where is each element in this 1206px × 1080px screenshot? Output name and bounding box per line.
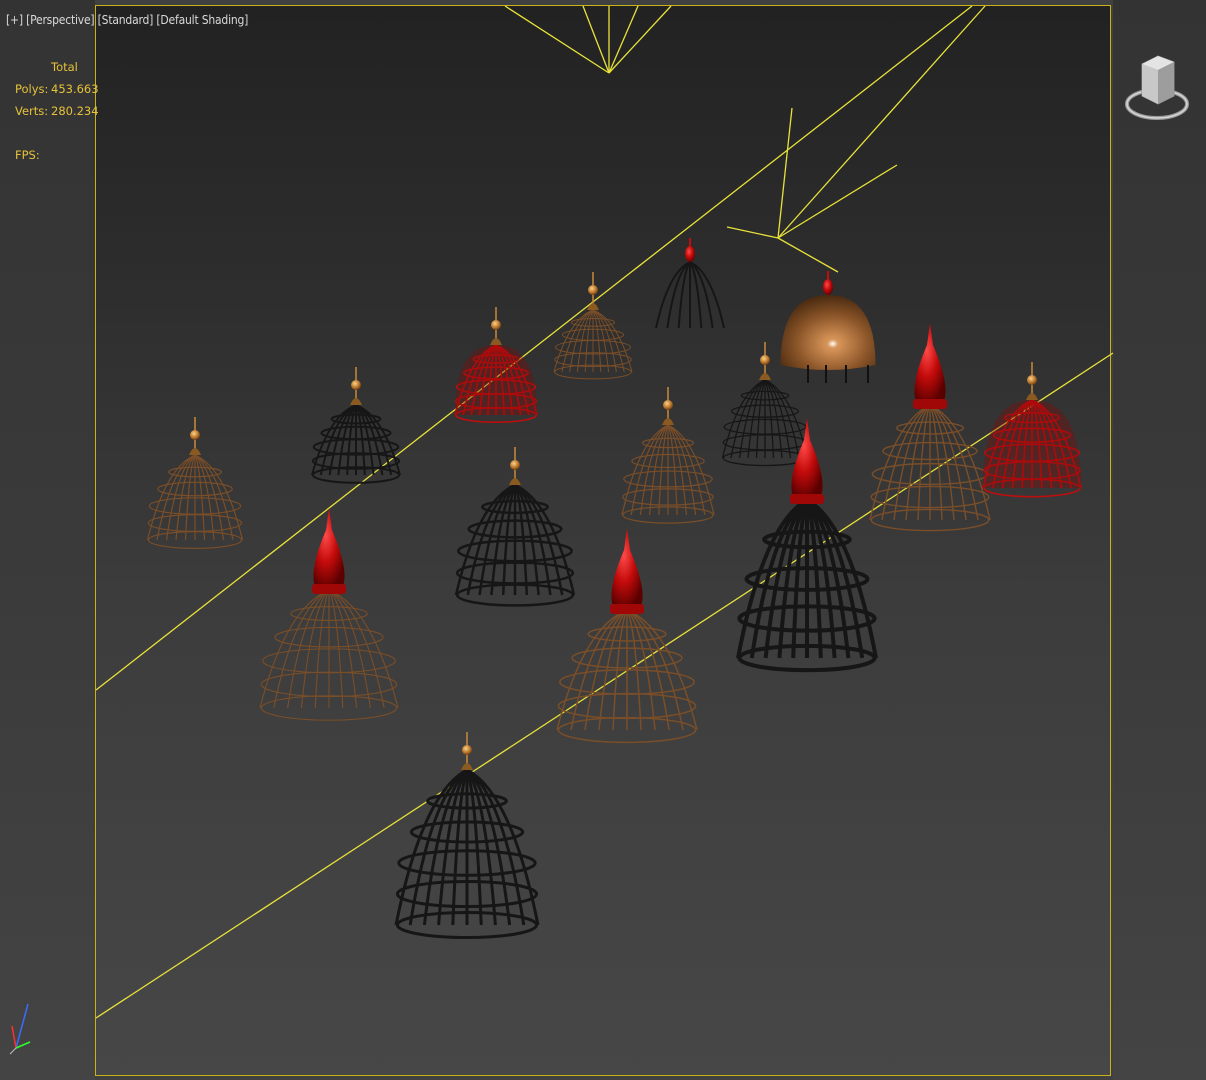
perspective-viewport[interactable]: [+] [Perspective] [Standard] [Default Sh… — [0, 0, 1206, 1080]
scene-canvas[interactable] — [0, 0, 1206, 1080]
lamp-model[interactable] — [454, 307, 538, 424]
axis-tripod-icon — [9, 1003, 31, 1055]
stats-fps-label: FPS: — [15, 148, 40, 162]
lamp-models — [146, 238, 1082, 940]
stats-polys-label: Polys: — [15, 82, 49, 96]
viewport-mode-menu[interactable]: [Standard] — [98, 13, 154, 27]
stats-header: Total — [51, 60, 78, 74]
lamp-model[interactable] — [780, 271, 876, 383]
lamp-model[interactable] — [146, 417, 244, 549]
lamp-model[interactable] — [621, 387, 715, 524]
lamp-model[interactable] — [553, 272, 633, 380]
stats-verts-label: Verts: — [15, 104, 49, 118]
lamp-model[interactable] — [655, 238, 725, 329]
camera-gizmo-lines[interactable] — [95, 5, 1114, 1019]
lamp-model[interactable] — [556, 528, 698, 744]
viewport-shading-menu[interactable]: [Default Shading] — [156, 13, 248, 27]
lamp-model[interactable] — [454, 447, 576, 607]
viewcube-icon[interactable] — [1124, 50, 1190, 130]
stats-polys-value: 453.663 — [51, 82, 99, 96]
lamp-model[interactable] — [259, 508, 399, 721]
lamp-model[interactable] — [311, 367, 401, 484]
viewport-label-menu[interactable]: [+] [Perspective] [Standard] [Default Sh… — [6, 13, 248, 27]
lamp-model[interactable] — [736, 418, 878, 673]
lamp-model[interactable] — [982, 362, 1082, 498]
lamp-model[interactable] — [394, 732, 540, 940]
viewport-view-menu[interactable]: [Perspective] — [26, 13, 95, 27]
viewport-plus-menu[interactable]: [+] — [6, 13, 23, 27]
stats-verts-value: 280.234 — [51, 104, 99, 118]
